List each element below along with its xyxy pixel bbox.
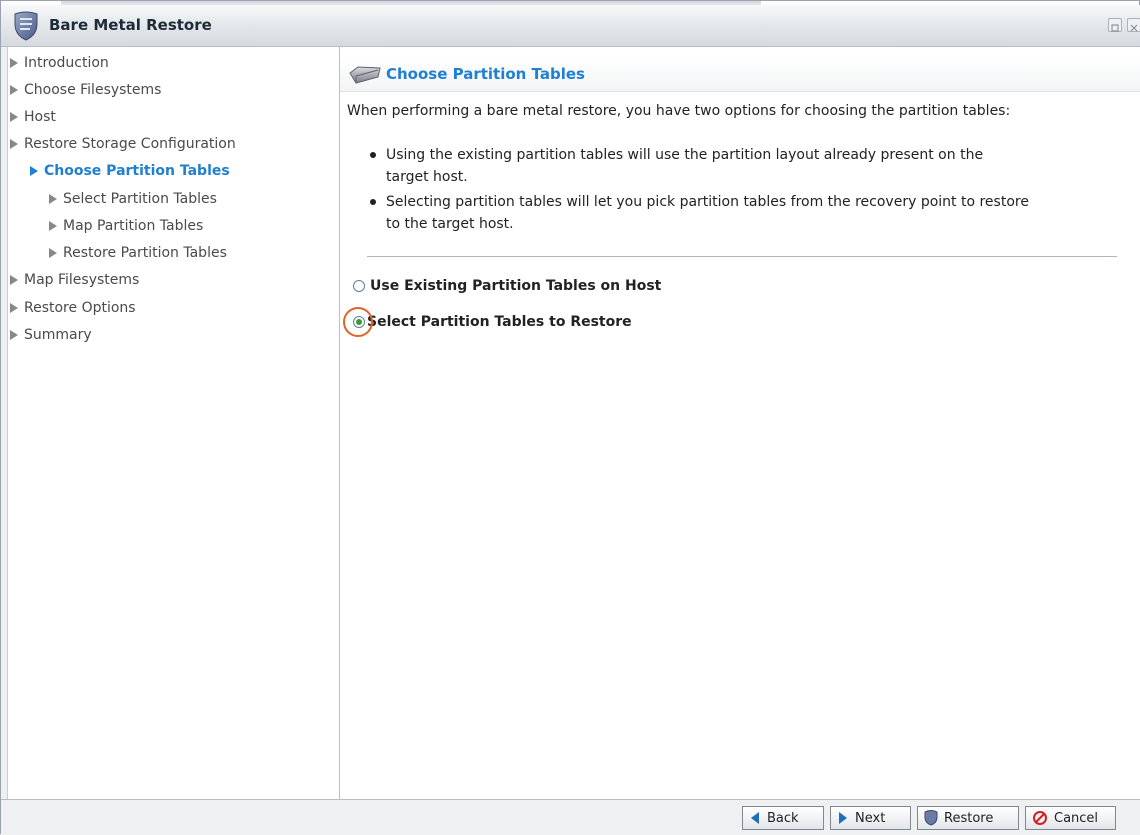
sidebar-item-choose-partition-tables[interactable]: Choose Partition Tables <box>30 163 230 179</box>
sidebar-item-host[interactable]: Host <box>10 109 56 125</box>
back-button[interactable]: Back <box>742 806 824 830</box>
restore-button-label: Restore <box>944 810 994 826</box>
arrow-right-icon <box>10 112 18 122</box>
sidebar-item-label: Map Filesystems <box>24 272 140 288</box>
title-bar: Bare Metal Restore <box>1 5 1140 47</box>
sidebar-item-restore-storage-configuration[interactable]: Restore Storage Configuration <box>10 136 236 152</box>
arrow-right-icon <box>10 85 18 95</box>
cancel-button-label: Cancel <box>1054 810 1099 826</box>
bare-metal-restore-window: Bare Metal Restore Introduction Choose F… <box>0 0 1140 835</box>
sidebar-item-introduction[interactable]: Introduction <box>10 55 109 71</box>
sidebar-item-select-partition-tables[interactable]: Select Partition Tables <box>49 191 217 207</box>
close-icon <box>1130 24 1138 32</box>
bullet-icon <box>370 199 376 205</box>
hard-disk-icon <box>349 66 381 84</box>
main-content-panel: Choose Partition Tables When performing … <box>340 47 1140 799</box>
next-button[interactable]: Next <box>830 806 911 830</box>
intro-text: When performing a bare metal restore, yo… <box>347 103 1011 119</box>
sidebar-item-summary[interactable]: Summary <box>10 327 92 343</box>
sidebar-item-label: Summary <box>24 327 92 343</box>
sidebar-item-label: Restore Storage Configuration <box>24 136 236 152</box>
arrow-right-icon <box>49 248 57 258</box>
back-arrow-icon <box>751 812 759 824</box>
button-bar: Back Next Restore Cancel <box>1 799 1140 835</box>
close-button[interactable] <box>1127 18 1140 32</box>
radio-label: Use Existing Partition Tables on Host <box>370 278 662 294</box>
arrow-right-icon <box>30 166 38 176</box>
select-partition-tables-option[interactable]: Select Partition Tables to Restore <box>353 314 632 330</box>
radio-button[interactable] <box>353 280 365 292</box>
use-existing-partition-tables-option[interactable]: Use Existing Partition Tables on Host <box>353 278 661 294</box>
cancel-button[interactable]: Cancel <box>1025 806 1116 830</box>
highlight-circle <box>343 307 373 337</box>
divider <box>367 256 1117 257</box>
sidebar-item-label: Introduction <box>24 55 109 71</box>
window-left-edge <box>1 47 8 835</box>
arrow-right-icon <box>10 139 18 149</box>
arrow-right-icon <box>10 303 18 313</box>
arrow-right-icon <box>10 330 18 340</box>
arrow-right-icon <box>49 194 57 204</box>
bullet-line: Selecting partition tables will let you … <box>386 194 1029 210</box>
sidebar-item-choose-filesystems[interactable]: Choose Filesystems <box>10 82 161 98</box>
bullet-line: target host. <box>386 169 468 185</box>
cancel-icon <box>1033 811 1047 825</box>
shield-icon <box>14 11 38 41</box>
list-item: Using the existing partition tables will… <box>370 144 1130 188</box>
sidebar-item-label: Host <box>24 109 56 125</box>
sidebar-item-label: Select Partition Tables <box>63 191 217 207</box>
radio-label: Select Partition Tables to Restore <box>367 314 632 330</box>
next-button-label: Next <box>855 810 886 826</box>
list-item: Selecting partition tables will let you … <box>370 191 1130 235</box>
next-arrow-icon <box>839 812 847 824</box>
back-button-label: Back <box>767 810 799 826</box>
sidebar-item-map-filesystems[interactable]: Map Filesystems <box>10 272 139 288</box>
page-title: Choose Partition Tables <box>386 65 585 83</box>
wizard-steps-sidebar: Introduction Choose Filesystems Host Res… <box>1 47 340 799</box>
arrow-right-icon <box>49 221 57 231</box>
maximize-button[interactable] <box>1108 18 1122 32</box>
sidebar-item-map-partition-tables[interactable]: Map Partition Tables <box>49 218 203 234</box>
restore-button[interactable]: Restore <box>917 806 1019 830</box>
bullet-line: Using the existing partition tables will… <box>386 147 984 163</box>
sidebar-item-label: Restore Partition Tables <box>63 245 227 261</box>
sidebar-item-restore-options[interactable]: Restore Options <box>10 300 136 316</box>
bullet-icon <box>370 152 376 158</box>
bullet-line: to the target host. <box>386 216 514 232</box>
arrow-right-icon <box>10 275 18 285</box>
shield-icon <box>924 810 938 826</box>
sidebar-item-label: Choose Filesystems <box>24 82 162 98</box>
sidebar-item-label: Map Partition Tables <box>63 218 204 234</box>
arrow-right-icon <box>10 58 18 68</box>
sidebar-item-restore-partition-tables[interactable]: Restore Partition Tables <box>49 245 227 261</box>
window-title: Bare Metal Restore <box>49 16 212 34</box>
maximize-icon <box>1111 24 1119 32</box>
content-header: Choose Partition Tables <box>340 57 1140 92</box>
sidebar-item-label: Restore Options <box>24 300 136 316</box>
sidebar-item-label: Choose Partition Tables <box>44 163 230 179</box>
